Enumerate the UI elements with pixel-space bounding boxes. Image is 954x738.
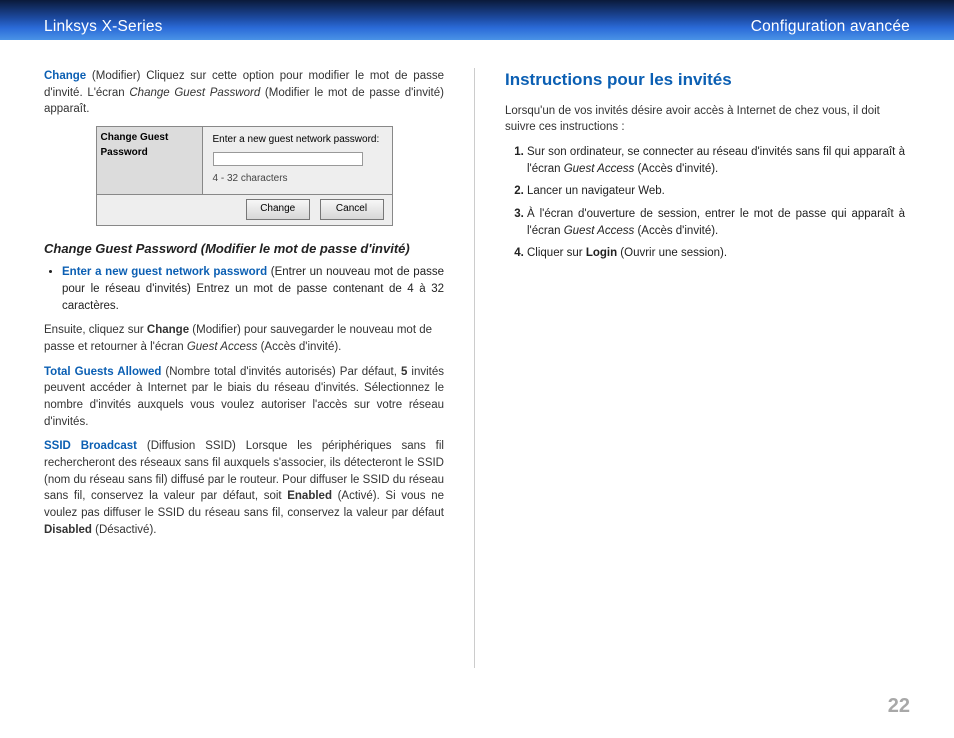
instruction-4: Cliquer sur Login (Ouvrir une session).	[527, 245, 905, 262]
header-left: Linksys X-Series	[44, 18, 163, 36]
change-label: Change	[44, 70, 86, 82]
dialog-buttons: Change Cancel	[97, 194, 392, 225]
change-password-dialog: Change Guest Password Enter a new guest …	[96, 126, 393, 226]
indent-followup: Ensuite, cliquez sur Change (Modifier) p…	[44, 322, 444, 355]
bullet-list: Enter a new guest network password (Entr…	[44, 264, 444, 314]
instruction-2: Lancer un navigateur Web.	[527, 183, 905, 200]
cancel-button[interactable]: Cancel	[320, 199, 384, 220]
ssid-label: SSID Broadcast	[44, 440, 137, 452]
dialog-body: Enter a new guest network password: 4 - …	[203, 127, 392, 194]
content-columns: Change (Modifier) Cliquez sur cette opti…	[0, 40, 954, 680]
password-input[interactable]	[213, 152, 363, 166]
instructions-list: Sur son ordinateur, se connecter au rése…	[505, 144, 905, 262]
dialog-prompt: Enter a new guest network password:	[213, 133, 382, 148]
total-guests-label: Total Guests Allowed	[44, 366, 161, 378]
li1-b: (Accès d'invité).	[634, 163, 718, 175]
li4-a: Cliquer sur	[527, 247, 586, 259]
indent-strong: Change	[147, 324, 189, 336]
li4-b: (Ouvrir une session).	[617, 247, 727, 259]
ssid-paragraph: SSID Broadcast (Diffusion SSID) Lorsque …	[44, 438, 444, 538]
document-page: Linksys X-Series Configuration avancée C…	[0, 0, 954, 738]
dialog-hint: 4 - 32 characters	[213, 172, 382, 187]
left-column: Change (Modifier) Cliquez sur cette opti…	[44, 68, 444, 680]
indent-em: Guest Access	[187, 341, 258, 353]
change-password-subheading: Change Guest Password (Modifier le mot d…	[44, 240, 444, 259]
indent-pre: Ensuite, cliquez sur	[44, 324, 147, 336]
total-guests-paragraph: Total Guests Allowed (Nombre total d'inv…	[44, 364, 444, 431]
dialog-row: Change Guest Password Enter a new guest …	[97, 127, 392, 194]
page-number: 22	[888, 695, 910, 718]
page-header: Linksys X-Series Configuration avancée	[0, 0, 954, 40]
instruction-1: Sur son ordinateur, se connecter au rése…	[527, 144, 905, 177]
bullet-label: Enter a new guest network password	[62, 266, 267, 278]
ssid-c: (Désactivé).	[92, 524, 157, 536]
instruction-3: À l'écran d'ouverture de session, entrer…	[527, 206, 905, 239]
change-intro-em: Change Guest Password	[129, 87, 260, 99]
instructions-heading: Instructions pour les invités	[505, 68, 905, 93]
bullet-item: Enter a new guest network password (Entr…	[62, 264, 444, 314]
instructions-intro: Lorsqu'un de vos invités désire avoir ac…	[505, 103, 905, 136]
column-separator	[474, 68, 475, 668]
total-guests-a: (Nombre total d'invités autorisés) Par d…	[161, 366, 401, 378]
li1-em: Guest Access	[564, 163, 635, 175]
dialog-side-label: Change Guest Password	[97, 127, 203, 194]
header-right: Configuration avancée	[751, 18, 910, 36]
change-intro-paragraph: Change (Modifier) Cliquez sur cette opti…	[44, 68, 444, 118]
li3-em: Guest Access	[564, 225, 635, 237]
li3-b: (Accès d'invité).	[634, 225, 718, 237]
li4-strong: Login	[586, 247, 617, 259]
indent-tail: (Accès d'invité).	[257, 341, 341, 353]
ssid-enabled: Enabled	[287, 490, 332, 502]
change-button[interactable]: Change	[246, 199, 310, 220]
ssid-disabled: Disabled	[44, 524, 92, 536]
right-column: Instructions pour les invités Lorsqu'un …	[505, 68, 905, 680]
